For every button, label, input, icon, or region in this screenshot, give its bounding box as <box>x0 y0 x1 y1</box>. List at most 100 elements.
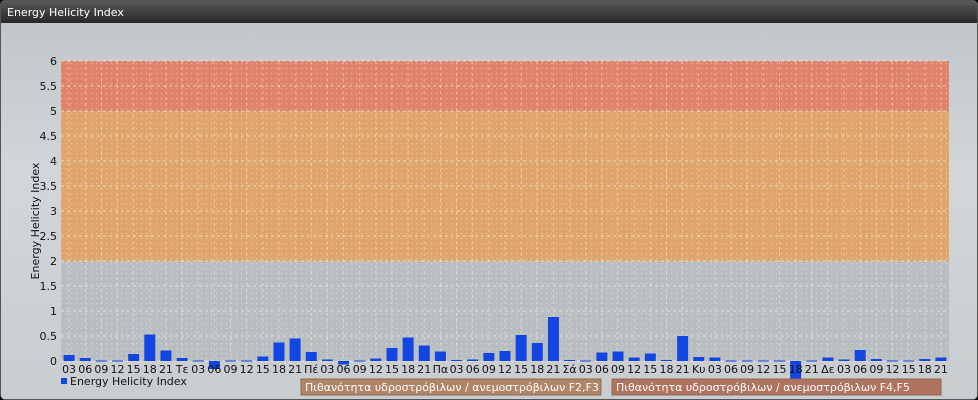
x-tick-label: 09 <box>869 363 883 376</box>
x-tick-label: 09 <box>611 363 625 376</box>
x-tick-label: 03 <box>837 363 851 376</box>
x-tick-label: 18 <box>401 363 415 376</box>
x-tick-label: 18 <box>530 363 544 376</box>
x-tick-label: 09 <box>224 363 238 376</box>
x-tick-label: Σά <box>562 363 576 376</box>
bar <box>854 350 866 361</box>
x-tick-label: 12 <box>498 363 512 376</box>
bar <box>386 348 398 361</box>
bar <box>531 343 543 361</box>
bar <box>434 351 446 361</box>
bar <box>741 360 753 362</box>
x-tick-label: Πα <box>433 363 449 376</box>
bar <box>660 360 672 361</box>
bar <box>757 360 769 362</box>
x-tick-label: 03 <box>708 363 722 376</box>
bar <box>370 358 382 361</box>
plot-area: 0 0.5 1 1.5 2 2.5 3 3.5 4 4.5 5 5.5 6 03 06 09 12 15 18 21… <box>1 23 977 399</box>
x-tick-label: 06 <box>207 363 221 376</box>
y-tick-label: 5.5 <box>40 80 58 93</box>
x-tick-label: 15 <box>256 363 270 376</box>
y-tick-label: 5 <box>50 105 57 118</box>
x-tick-label: 21 <box>288 363 302 376</box>
x-tick-label: 18 <box>659 363 673 376</box>
bar <box>144 334 156 361</box>
bar <box>499 351 511 361</box>
ehi-chart: 00.511.522.533.544.555.56 03 06 09 12 15 18 21… <box>29 55 949 396</box>
bar <box>192 360 204 362</box>
bar <box>935 357 947 361</box>
title-bar: Energy Helicity Index <box>1 1 977 24</box>
bar <box>418 345 430 361</box>
bar <box>903 360 915 362</box>
x-tick-label: 03 <box>320 363 334 376</box>
window-title: Energy Helicity Index <box>7 6 124 19</box>
bar <box>63 355 75 361</box>
bar <box>919 359 931 361</box>
x-tick-label: 15 <box>385 363 399 376</box>
x-tick-label: 21 <box>676 363 690 376</box>
y-tick-label: 4.5 <box>40 130 58 143</box>
bar <box>451 360 463 361</box>
bar <box>467 359 479 361</box>
bar <box>257 356 269 361</box>
bar <box>693 357 705 361</box>
bar <box>321 359 333 361</box>
x-tick-label: 21 <box>546 363 560 376</box>
bar <box>580 360 592 362</box>
y-tick-label: 4 <box>50 155 57 168</box>
bar <box>515 335 527 361</box>
bar <box>773 360 785 362</box>
x-tick-label: 12 <box>756 363 770 376</box>
x-tick-label: Πέ <box>304 363 318 376</box>
x-tick-label: 12 <box>369 363 383 376</box>
bar <box>289 338 301 361</box>
x-tick-label: 06 <box>466 363 480 376</box>
bar <box>838 359 850 361</box>
legend: Energy Helicity Index <box>61 375 187 388</box>
bar <box>273 342 285 361</box>
x-tick-label: 21 <box>934 363 948 376</box>
y-tick-label: 1 <box>50 305 57 318</box>
bar <box>564 360 576 361</box>
bar <box>887 360 898 362</box>
bar <box>160 350 172 361</box>
y-tick-label: 3 <box>50 205 57 218</box>
bar <box>709 357 721 361</box>
x-tick-label: 18 <box>789 363 803 376</box>
x-tick-label: 06 <box>337 363 351 376</box>
x-tick-label: Δε <box>821 363 835 376</box>
bar <box>402 337 414 361</box>
bar <box>806 360 818 362</box>
x-tick-label: 15 <box>643 363 657 376</box>
x-tick-label: 12 <box>627 363 641 376</box>
bar <box>354 360 366 362</box>
x-tick-label: 21 <box>805 363 819 376</box>
y-axis-label: Energy Helicity Index <box>29 162 42 279</box>
bar <box>483 353 495 361</box>
y-tick-label: 1.5 <box>40 280 58 293</box>
band-legend-label: Πιθανότητα υδροστρόβιλων / ανεμοστρόβιλω… <box>616 381 910 394</box>
bar <box>241 360 253 362</box>
x-tick-label: 18 <box>272 363 286 376</box>
y-tick-label: 3.5 <box>40 180 58 193</box>
bar <box>79 358 91 361</box>
bar <box>596 352 608 361</box>
x-tick-label: 03 <box>450 363 464 376</box>
bar <box>822 357 834 361</box>
bar <box>612 351 624 361</box>
x-tick-label: 09 <box>353 363 367 376</box>
bar <box>225 360 237 362</box>
y-tick-label: 0.5 <box>40 330 58 343</box>
y-tick-label: 2.5 <box>40 230 58 243</box>
x-tick-label: 18 <box>918 363 932 376</box>
legend-label: Energy Helicity Index <box>70 375 187 388</box>
x-tick-label: 12 <box>885 363 899 376</box>
x-tick-label: 15 <box>772 363 786 376</box>
bar <box>112 360 123 362</box>
bar <box>95 360 107 362</box>
y-tick-label: 2 <box>50 255 57 268</box>
bar <box>305 352 317 361</box>
bar <box>644 353 656 361</box>
y-tick-label: 0 <box>50 355 57 368</box>
